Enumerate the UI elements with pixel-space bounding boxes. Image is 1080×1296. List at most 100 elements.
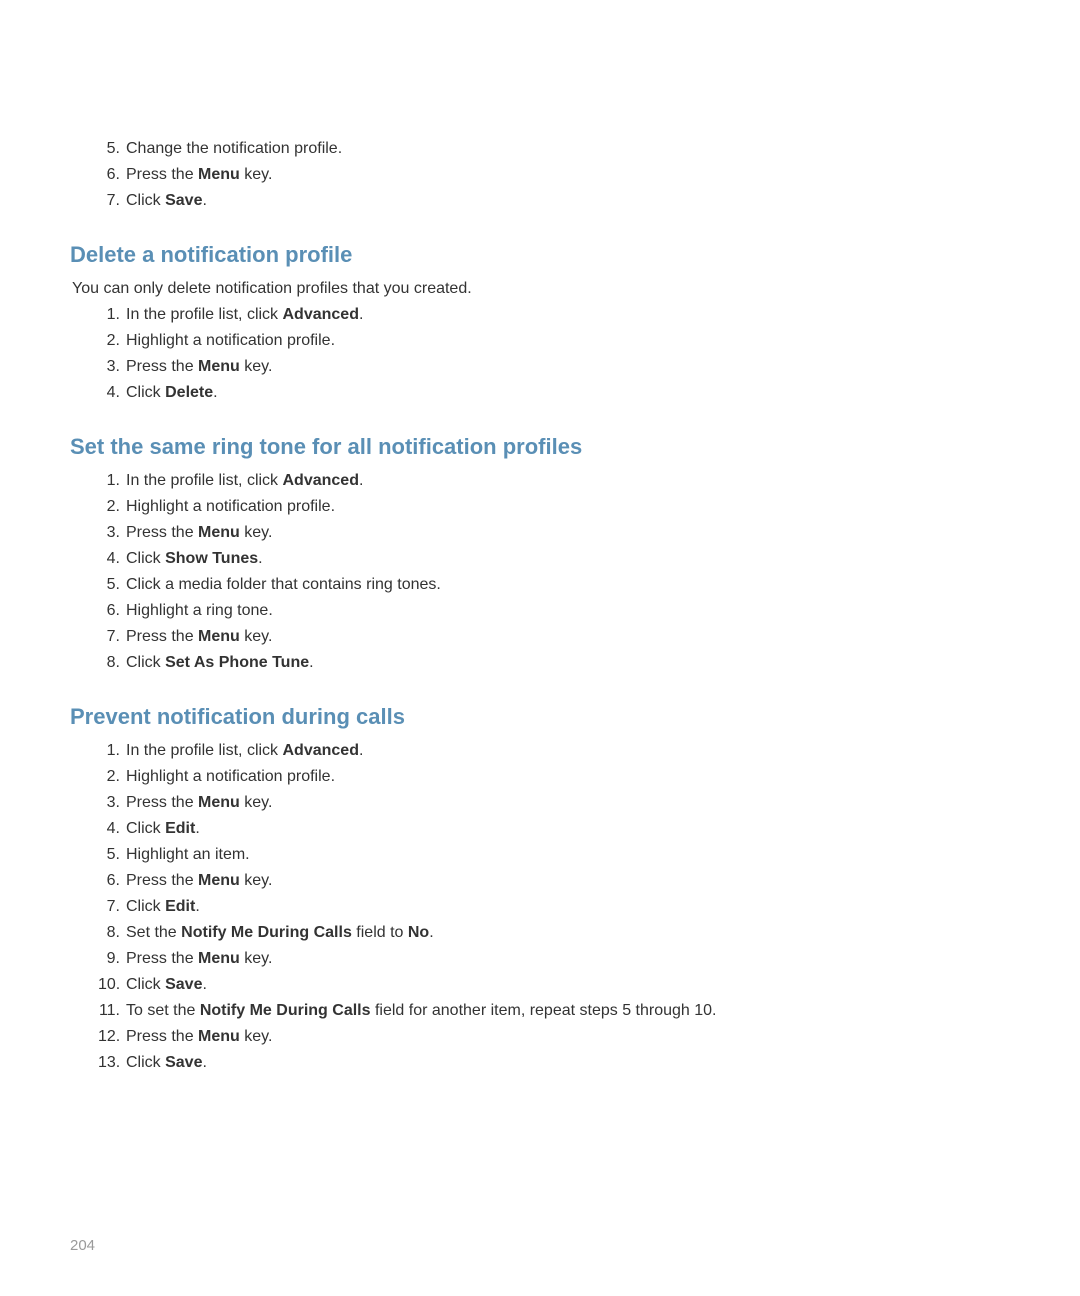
list-item: Click Edit.	[98, 898, 1010, 916]
list-item: Change the notification profile.	[98, 140, 1010, 158]
step-text: Click a media folder that contains ring …	[126, 576, 441, 593]
step-bold: Advanced	[283, 306, 359, 323]
step-text: Press the	[126, 950, 198, 967]
step-text: Highlight a notification profile.	[126, 332, 335, 349]
step-text: Press the	[126, 872, 198, 889]
list-item: Set the Notify Me During Calls field to …	[98, 924, 1010, 942]
step-text: Click	[126, 654, 165, 671]
step-text: Press the	[126, 524, 198, 541]
step-bold: Advanced	[283, 472, 359, 489]
step-text: Click	[126, 820, 165, 837]
step-text: .	[359, 472, 363, 489]
list-item: Press the Menu key.	[98, 1028, 1010, 1046]
step-text: key.	[240, 872, 273, 889]
step-text: Highlight a notification profile.	[126, 768, 335, 785]
list-item: Click Save.	[98, 192, 1010, 210]
step-bold: Advanced	[283, 742, 359, 759]
intro-list: Change the notification profile. Press t…	[98, 140, 1010, 210]
step-text: Click	[126, 976, 165, 993]
step-text: .	[213, 384, 217, 401]
step-bold: Menu	[198, 1028, 240, 1045]
step-bold: Save	[165, 192, 202, 209]
step-text: .	[258, 550, 262, 567]
step-text: field for another item, repeat steps 5 t…	[371, 1002, 717, 1019]
step-text: field to	[352, 924, 408, 941]
step-text: key.	[240, 524, 273, 541]
step-text: key.	[240, 628, 273, 645]
ring-tone-list: In the profile list, click Advanced. Hig…	[98, 472, 1010, 672]
step-bold: No	[408, 924, 429, 941]
step-bold: Menu	[198, 628, 240, 645]
step-bold: Menu	[198, 166, 240, 183]
step-text: .	[202, 976, 206, 993]
list-item: Highlight a ring tone.	[98, 602, 1010, 620]
step-bold: Edit	[165, 820, 195, 837]
list-item: Click Delete.	[98, 384, 1010, 402]
step-text: Click	[126, 1054, 165, 1071]
step-text: Click	[126, 550, 165, 567]
delete-profile-list: In the profile list, click Advanced. Hig…	[98, 306, 1010, 402]
list-item: Click Save.	[98, 1054, 1010, 1072]
step-bold: Menu	[198, 794, 240, 811]
list-item: Highlight a notification profile.	[98, 332, 1010, 350]
list-item: Press the Menu key.	[98, 524, 1010, 542]
step-text: Press the	[126, 794, 198, 811]
step-text: Press the	[126, 1028, 198, 1045]
step-text: Click	[126, 384, 165, 401]
list-item: In the profile list, click Advanced.	[98, 472, 1010, 490]
list-item: Press the Menu key.	[98, 358, 1010, 376]
list-item: Press the Menu key.	[98, 872, 1010, 890]
list-item: Highlight a notification profile.	[98, 768, 1010, 786]
step-text: In the profile list, click	[126, 472, 283, 489]
step-text: Press the	[126, 166, 198, 183]
prevent-notification-list: In the profile list, click Advanced. Hig…	[98, 742, 1010, 1072]
step-bold: Menu	[198, 524, 240, 541]
step-text: Click	[126, 192, 165, 209]
step-text: Click	[126, 898, 165, 915]
step-bold: Menu	[198, 950, 240, 967]
step-text: In the profile list, click	[126, 306, 283, 323]
step-bold: Save	[165, 976, 202, 993]
step-bold: Delete	[165, 384, 213, 401]
list-item: Highlight an item.	[98, 846, 1010, 864]
step-text: Change the notification profile.	[126, 140, 342, 157]
list-item: Click Edit.	[98, 820, 1010, 838]
list-item: Press the Menu key.	[98, 794, 1010, 812]
step-text: Highlight a ring tone.	[126, 602, 273, 619]
step-text: .	[202, 1054, 206, 1071]
step-bold: Menu	[198, 358, 240, 375]
heading-ring-tone: Set the same ring tone for all notificat…	[70, 434, 1010, 460]
step-text: .	[359, 306, 363, 323]
step-bold: Edit	[165, 898, 195, 915]
intro-text: You can only delete notification profile…	[72, 280, 1010, 298]
step-text: key.	[240, 358, 273, 375]
step-text: .	[309, 654, 313, 671]
list-item: Click Save.	[98, 976, 1010, 994]
step-text: .	[429, 924, 433, 941]
list-item: Click Set As Phone Tune.	[98, 654, 1010, 672]
step-text: Set the	[126, 924, 181, 941]
step-text: Press the	[126, 358, 198, 375]
list-item: Press the Menu key.	[98, 950, 1010, 968]
step-bold: Set As Phone Tune	[165, 654, 309, 671]
step-text: key.	[240, 1028, 273, 1045]
step-bold: Menu	[198, 872, 240, 889]
page-number: 204	[70, 1237, 95, 1254]
heading-delete-profile: Delete a notification profile	[70, 242, 1010, 268]
list-item: Click a media folder that contains ring …	[98, 576, 1010, 594]
step-text: .	[195, 898, 199, 915]
step-bold: Notify Me During Calls	[181, 924, 352, 941]
list-item: In the profile list, click Advanced.	[98, 306, 1010, 324]
step-text: Highlight a notification profile.	[126, 498, 335, 515]
step-text: .	[202, 192, 206, 209]
list-item: Click Show Tunes.	[98, 550, 1010, 568]
step-bold: Save	[165, 1054, 202, 1071]
list-item: Press the Menu key.	[98, 628, 1010, 646]
step-bold: Show Tunes	[165, 550, 258, 567]
step-text: .	[195, 820, 199, 837]
list-item: Press the Menu key.	[98, 166, 1010, 184]
step-text: To set the	[126, 1002, 200, 1019]
step-text: key.	[240, 794, 273, 811]
list-item: In the profile list, click Advanced.	[98, 742, 1010, 760]
step-text: In the profile list, click	[126, 742, 283, 759]
